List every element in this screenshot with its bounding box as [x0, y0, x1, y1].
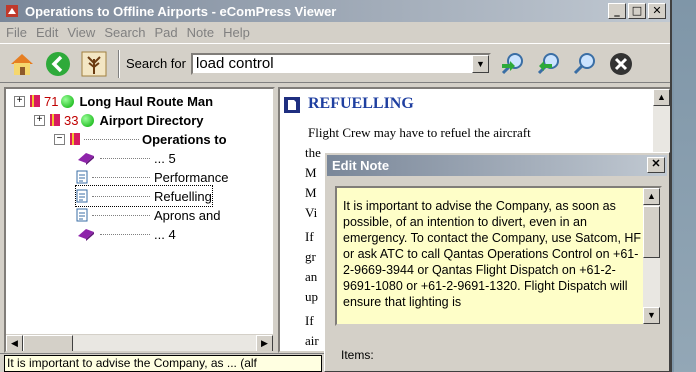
document-icon	[76, 170, 88, 184]
note-text[interactable]: It is important to advise the Company, a…	[337, 188, 646, 324]
dialog-title: Edit Note	[327, 155, 667, 176]
expand-icon[interactable]: +	[14, 95, 25, 107]
desktop-background	[674, 0, 696, 372]
menu-note[interactable]: Note	[187, 25, 214, 40]
clear-search-icon[interactable]	[605, 49, 637, 79]
toolbar: Search for load control ▼	[0, 45, 670, 83]
scroll-up-button[interactable]: ▲	[643, 188, 660, 205]
search-previous-icon[interactable]	[533, 49, 565, 79]
search-value: load control	[195, 55, 274, 72]
tree-node[interactable]: Performance	[76, 167, 228, 187]
pad-icon	[78, 229, 94, 241]
note-text-area[interactable]: It is important to advise the Company, a…	[335, 186, 662, 326]
dialog-close-button[interactable]: ✕	[647, 157, 665, 173]
tree-node-label: Aprons and	[154, 207, 221, 223]
scroll-right-button[interactable]: ▶	[256, 335, 273, 351]
document-line: If	[305, 229, 314, 244]
book-icon	[70, 133, 80, 145]
menu-edit[interactable]: Edit	[36, 25, 58, 40]
window-title: Operations to Offline Airports - eComPre…	[25, 3, 337, 19]
scroll-thumb[interactable]	[23, 335, 73, 351]
tree-leader	[84, 138, 139, 140]
title-bar: Operations to Offline Airports - eComPre…	[0, 0, 670, 22]
tree-node[interactable]: ... 4	[76, 224, 176, 244]
document-line: Flight Crew may have to refuel the aircr…	[308, 125, 531, 140]
expand-icon[interactable]: −	[54, 133, 65, 145]
tree-node[interactable]: − Operations to	[54, 129, 227, 149]
tree-node-count: 33	[64, 112, 79, 128]
document-line: M	[305, 185, 317, 200]
edit-note-dialog: Edit Note ✕ It is important to advise th…	[324, 152, 670, 372]
tree-node-label: Operations to	[142, 131, 227, 147]
scroll-thumb[interactable]	[643, 206, 660, 258]
tree-icon[interactable]	[78, 49, 110, 79]
document-line: M	[305, 165, 317, 180]
menu-help[interactable]: Help	[223, 25, 250, 40]
menu-file[interactable]: File	[6, 25, 27, 40]
document-icon	[76, 189, 88, 203]
tree-node-label: ... 5	[154, 150, 176, 166]
app-icon	[6, 5, 18, 17]
note-tooltip: It is important to advise the Company, a…	[4, 355, 322, 372]
status-ball-icon	[61, 94, 75, 108]
note-vertical-scrollbar[interactable]: ▲ ▼	[643, 188, 660, 324]
document-line: the	[305, 145, 321, 160]
menu-view[interactable]: View	[67, 25, 95, 40]
scroll-down-button[interactable]: ▼	[643, 307, 660, 324]
tree-node-label: Performance	[154, 169, 229, 185]
minimize-button[interactable]: _	[608, 3, 626, 19]
tree-node-label: Long Haul Route Man	[79, 93, 214, 109]
search-input[interactable]: load control ▼	[190, 52, 491, 75]
toolbar-separator	[118, 49, 120, 78]
tree-node[interactable]: + 33 Airport Directory	[34, 110, 204, 130]
menu-search[interactable]: Search	[104, 25, 145, 40]
home-icon[interactable]	[6, 49, 38, 79]
back-icon[interactable]	[42, 49, 74, 79]
bookmark-icon[interactable]	[284, 97, 300, 113]
document-title: REFUELLING	[308, 95, 414, 112]
book-icon	[50, 114, 60, 126]
menu-pad[interactable]: Pad	[155, 25, 178, 40]
status-ball-icon	[81, 113, 95, 127]
document-line: gr	[305, 249, 316, 264]
tree-leader	[100, 233, 150, 235]
document-line: Vi	[305, 205, 318, 220]
document-icon	[76, 208, 88, 222]
document-line: up	[305, 289, 318, 304]
contents-tree[interactable]: + 71 Long Haul Route Man + 33 Airport Di…	[4, 87, 275, 353]
tree-horizontal-scrollbar[interactable]: ◀ ▶	[6, 334, 273, 351]
tree-node[interactable]: + 71 Long Haul Route Man	[14, 91, 213, 111]
tree-leader	[92, 195, 150, 197]
tree-leader	[92, 176, 150, 178]
document-line: air	[305, 333, 319, 348]
tree-leader	[100, 157, 150, 159]
tree-node-selected[interactable]: Refuelling	[75, 185, 213, 207]
tree-node[interactable]: ... 5	[76, 148, 176, 168]
tree-node-label: Airport Directory	[99, 112, 204, 128]
tree-node-label: ... 4	[154, 226, 176, 242]
close-button[interactable]: ✕	[648, 3, 666, 19]
expand-icon[interactable]: +	[34, 114, 45, 126]
book-icon	[30, 95, 40, 107]
menu-bar: File Edit View Search Pad Note Help	[0, 22, 670, 44]
scroll-left-button[interactable]: ◀	[6, 335, 23, 351]
search-next-icon[interactable]	[497, 49, 529, 79]
search-icon[interactable]	[569, 49, 601, 79]
document-line: an	[305, 269, 318, 284]
search-label: Search for	[126, 56, 186, 71]
scroll-up-button[interactable]: ▲	[653, 89, 670, 106]
tree-node[interactable]: Aprons and	[76, 205, 221, 225]
tree-leader	[92, 214, 150, 216]
document-line: If	[305, 313, 314, 328]
tree-node-count: 71	[44, 93, 59, 109]
tree-node-label: Refuelling	[154, 188, 212, 204]
search-dropdown-button[interactable]: ▼	[471, 54, 489, 73]
maximize-button[interactable]: □	[628, 3, 646, 19]
pad-icon	[78, 153, 94, 165]
items-label: Items:	[341, 348, 374, 362]
